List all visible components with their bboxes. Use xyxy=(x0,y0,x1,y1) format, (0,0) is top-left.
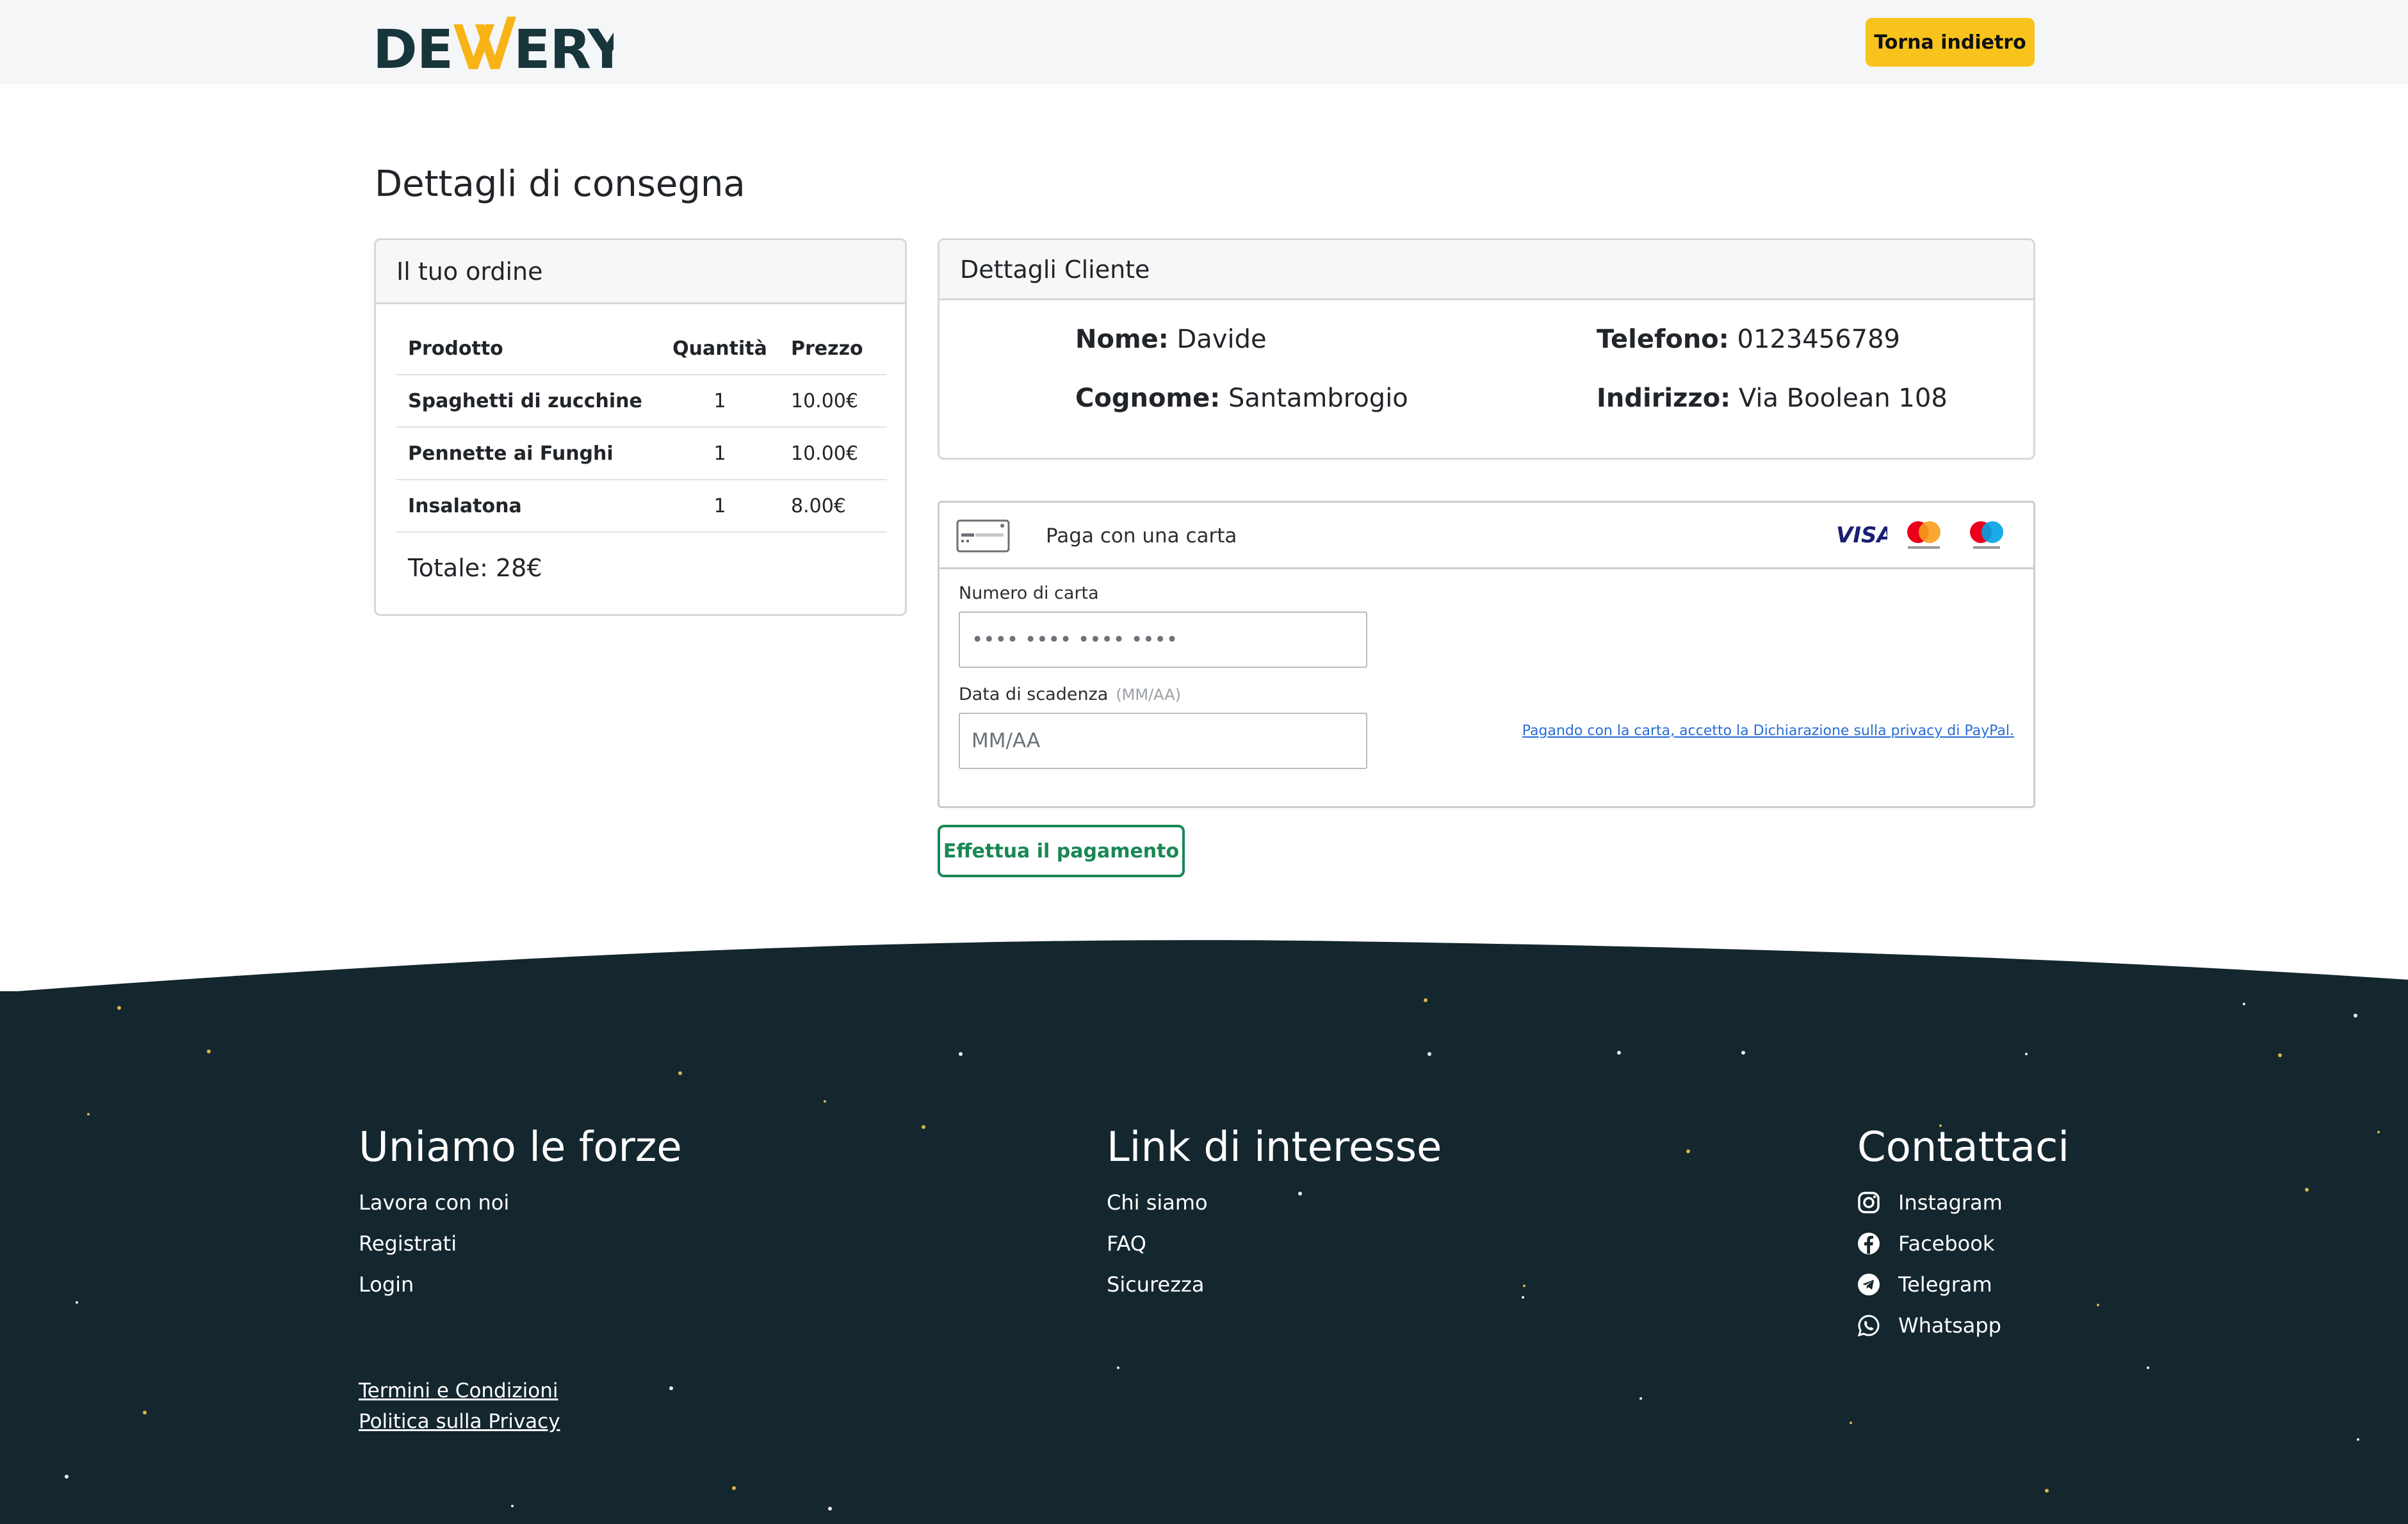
footer-link-sicurezza[interactable]: Sicurezza xyxy=(1107,1264,1442,1305)
card-number-label: Numero di carta xyxy=(959,583,1099,603)
page-title: Dettagli di consegna xyxy=(375,163,745,205)
visa-logo-icon: VISA xyxy=(1836,523,1887,547)
column-header-price: Prezzo xyxy=(791,337,863,360)
product-price: 10.00€ xyxy=(774,374,887,427)
table-row: Pennette ai Funghi 1 10.00€ xyxy=(396,426,887,480)
surname-label: Cognome: xyxy=(1075,384,1221,413)
whatsapp-icon xyxy=(1857,1315,1880,1337)
footer-link-faq[interactable]: FAQ xyxy=(1107,1223,1442,1264)
card-number-input[interactable]: •••• •••• •••• •••• xyxy=(959,612,1367,668)
social-label: Whatsapp xyxy=(1898,1313,2001,1338)
name-label: Nome: xyxy=(1075,325,1169,354)
order-card-title: Il tuo ordine xyxy=(376,240,905,304)
footer-link-whatsapp[interactable]: Whatsapp xyxy=(1857,1305,2069,1346)
footer-link-telegram[interactable]: Telegram xyxy=(1857,1264,2069,1305)
telegram-icon xyxy=(1858,1274,1880,1295)
expiry-hint: (MM/AA) xyxy=(1116,686,1182,704)
order-total: Totale: 28€ xyxy=(408,554,542,582)
phone-value: 0123456789 xyxy=(1737,325,1901,354)
order-card: Il tuo ordine Prodotto Quantità Prezzo S… xyxy=(374,238,907,616)
submit-payment-button[interactable]: Effettua il pagamento xyxy=(938,825,1185,877)
customer-surname: Cognome: Santambrogio xyxy=(1075,384,1408,413)
footer-col-title: Contattaci xyxy=(1857,1124,2070,1171)
column-header-product: Prodotto xyxy=(408,337,503,360)
footer-col-title: Uniamo le forze xyxy=(359,1124,682,1171)
product-qty: 1 xyxy=(665,479,774,533)
top-navbar: DE ERY Torna indietro xyxy=(0,0,2408,85)
product-name: Insalatona xyxy=(396,479,665,533)
address-value: Via Boolean 108 xyxy=(1738,384,1948,413)
order-table: Prodotto Quantità Prezzo Spaghetti di zu… xyxy=(396,323,887,533)
product-price: 10.00€ xyxy=(774,426,887,480)
svg-text:ERY: ERY xyxy=(514,18,614,74)
svg-text:DE: DE xyxy=(373,18,453,74)
footer-link-registrati[interactable]: Registrati xyxy=(359,1223,682,1264)
social-label: Facebook xyxy=(1898,1231,1995,1256)
footer-col-title: Link di interesse xyxy=(1107,1124,1442,1171)
facebook-icon xyxy=(1858,1233,1880,1254)
payment-title: Paga con una carta xyxy=(1046,524,1237,547)
footer-link-instagram[interactable]: Instagram xyxy=(1857,1182,2069,1223)
expiry-label-text: Data di scadenza xyxy=(959,685,1109,704)
product-qty: 1 xyxy=(665,374,774,427)
paypal-privacy-link[interactable]: Pagando con la carta, accetto la Dichiar… xyxy=(1522,723,2014,739)
customer-phone: Telefono: 0123456789 xyxy=(1597,325,1900,354)
product-name: Pennette ai Funghi xyxy=(396,426,665,480)
footer-legal: Termini e Condizioni Politica sulla Priv… xyxy=(359,1375,560,1437)
expiry-label: Data di scadenza (MM/AA) xyxy=(959,685,1181,704)
name-value: Davide xyxy=(1176,325,1267,354)
back-button[interactable]: Torna indietro xyxy=(1866,18,2035,67)
footer-col-contacts: Contattaci Instagram Facebook Telegram W… xyxy=(1857,1122,2069,1346)
footer-link-lavora[interactable]: Lavora con noi xyxy=(359,1182,682,1223)
social-label: Instagram xyxy=(1898,1190,2003,1215)
devvery-logo[interactable]: DE ERY xyxy=(373,10,614,74)
footer-link-login[interactable]: Login xyxy=(359,1264,682,1305)
expiry-input[interactable]: MM/AA xyxy=(959,713,1367,769)
maestro-logo-icon xyxy=(1970,521,2003,549)
footer-wave xyxy=(0,940,2408,993)
column-header-quantity: Quantità xyxy=(672,337,767,360)
privacy-policy-link[interactable]: Politica sulla Privacy xyxy=(359,1406,560,1437)
card-payment-form: Paga con una carta VISA Numero di carta … xyxy=(938,501,2035,808)
address-label: Indirizzo: xyxy=(1597,384,1731,413)
surname-value: Santambrogio xyxy=(1228,384,1408,413)
footer-col-join: Uniamo le forze Lavora con noi Registrat… xyxy=(359,1122,682,1305)
customer-card: Dettagli Cliente Nome: Davide Cognome: S… xyxy=(938,238,2035,460)
instagram-icon xyxy=(1858,1192,1880,1213)
footer-col-links: Link di interesse Chi siamo FAQ Sicurezz… xyxy=(1107,1122,1442,1305)
product-price: 8.00€ xyxy=(774,479,887,533)
phone-label: Telefono: xyxy=(1597,325,1729,354)
svg-text:VISA: VISA xyxy=(1836,523,1887,547)
credit-card-icon xyxy=(956,519,1010,553)
customer-name: Nome: Davide xyxy=(1075,325,1267,354)
terms-link[interactable]: Termini e Condizioni xyxy=(359,1375,560,1406)
footer-link-chi-siamo[interactable]: Chi siamo xyxy=(1107,1182,1442,1223)
product-qty: 1 xyxy=(665,426,774,480)
logo-graphic: DE ERY xyxy=(373,17,614,74)
footer-link-facebook[interactable]: Facebook xyxy=(1857,1223,2069,1264)
customer-address: Indirizzo: Via Boolean 108 xyxy=(1597,384,1948,413)
table-row: Insalatona 1 8.00€ xyxy=(396,479,887,533)
social-label: Telegram xyxy=(1898,1272,1992,1297)
mastercard-logo-icon xyxy=(1907,521,1940,549)
footer: Uniamo le forze Lavora con noi Registrat… xyxy=(0,991,2408,1524)
product-name: Spaghetti di zucchine xyxy=(396,374,665,427)
customer-card-title: Dettagli Cliente xyxy=(940,240,2033,300)
table-row: Spaghetti di zucchine 1 10.00€ xyxy=(396,374,887,427)
payment-header[interactable]: Paga con una carta VISA xyxy=(940,503,2033,569)
